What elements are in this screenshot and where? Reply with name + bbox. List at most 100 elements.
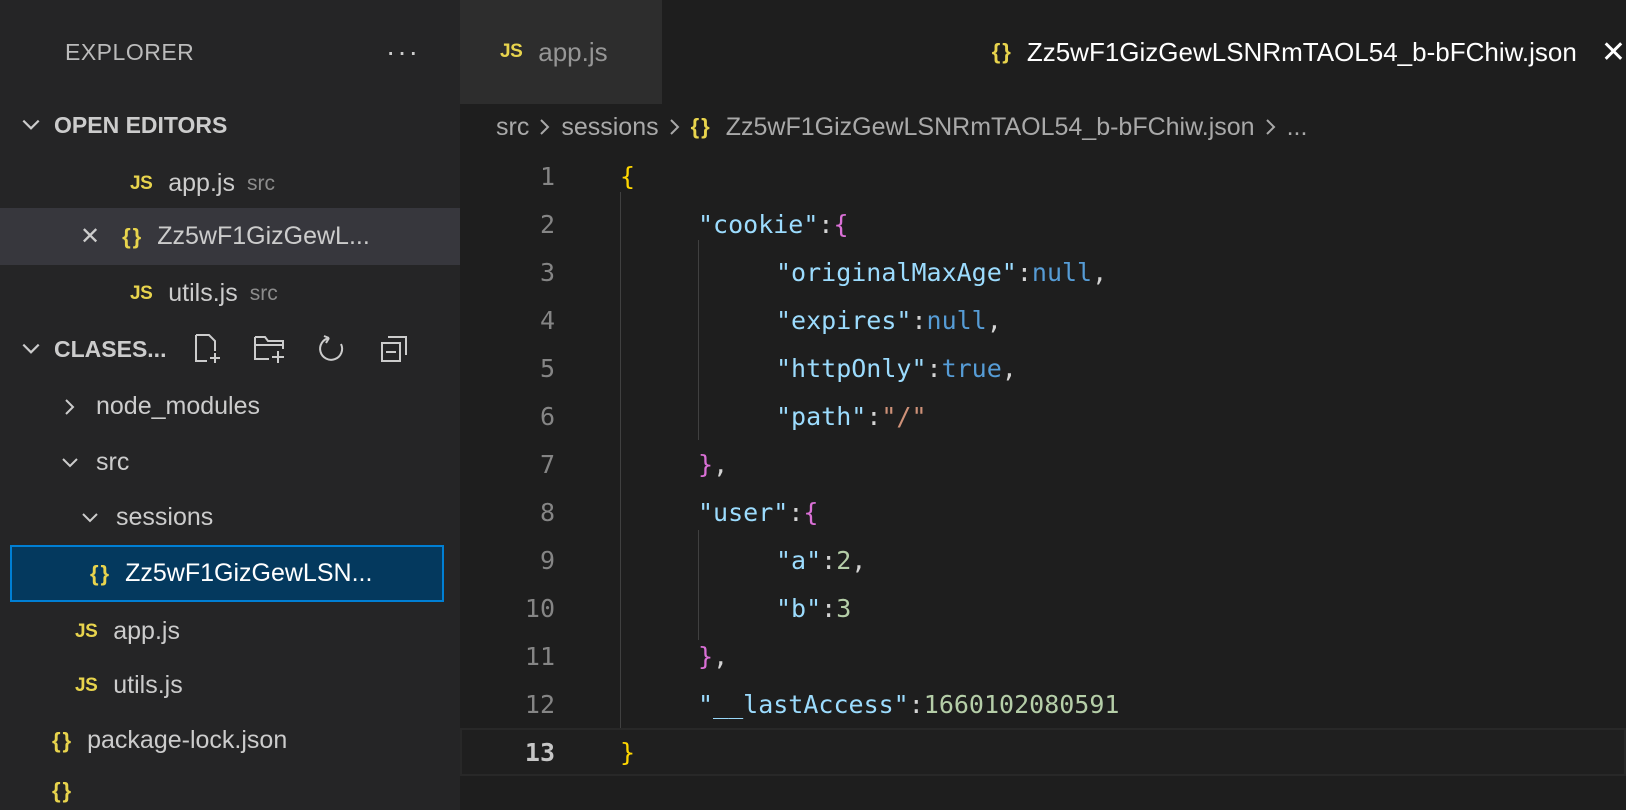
chevron-down-icon bbox=[22, 119, 40, 130]
chevron-right-icon bbox=[65, 398, 75, 415]
tree-file-partial: {} bbox=[0, 772, 460, 810]
json-file-icon: {} bbox=[991, 39, 1013, 64]
colon: : bbox=[821, 545, 837, 575]
tab-session-json[interactable]: {} Zz5wF1GizGewLSNRmTAOL54_b-bFChiw.json… bbox=[661, 0, 1626, 104]
close-icon[interactable]: ✕ bbox=[80, 222, 100, 251]
tree-item-label: app.js bbox=[113, 617, 180, 645]
json-key: "__lastAccess" bbox=[698, 689, 909, 719]
collapse-all-icon[interactable] bbox=[376, 331, 412, 367]
line-number: 8 bbox=[539, 497, 555, 527]
json-key: "a" bbox=[776, 545, 822, 575]
code-line: 1 { bbox=[460, 152, 1626, 200]
new-folder-icon[interactable] bbox=[252, 331, 288, 367]
code-line: 7 }, bbox=[460, 440, 1626, 488]
tree-folder-src[interactable]: src bbox=[0, 434, 460, 491]
chevron-down-icon bbox=[22, 343, 40, 354]
json-value: true bbox=[941, 353, 1002, 383]
comma: , bbox=[986, 305, 1002, 335]
open-editors-label: OPEN EDITORS bbox=[54, 111, 228, 138]
open-editor-session-json[interactable]: ✕ {} Zz5wF1GizGewL... bbox=[0, 208, 460, 265]
breadcrumb-file[interactable]: Zz5wF1GizGewLSNRmTAOL54_b-bFChiw.json bbox=[726, 113, 1255, 142]
tree-item-label: node_modules bbox=[96, 392, 261, 420]
json-key: "originalMaxAge" bbox=[776, 257, 1017, 287]
line-number: 6 bbox=[539, 401, 555, 431]
tab-label: Zz5wF1GizGewLSNRmTAOL54_b-bFChiw.json bbox=[1026, 36, 1577, 67]
code-line: 2 "cookie":{ bbox=[460, 200, 1626, 248]
tree-file-utils-js[interactable]: JS utils.js bbox=[0, 657, 460, 714]
tree-file-app-js[interactable]: JS app.js bbox=[0, 603, 460, 660]
open-editor-app-js[interactable]: JS app.js src bbox=[0, 155, 460, 212]
new-file-icon[interactable] bbox=[190, 331, 226, 367]
explorer-header: EXPLORER ··· bbox=[0, 0, 460, 104]
explorer-sidebar: EXPLORER ··· OPEN EDITORS JS app.js src … bbox=[0, 0, 460, 810]
comma: , bbox=[1092, 257, 1108, 287]
breadcrumb-sessions[interactable]: sessions bbox=[561, 113, 658, 142]
code-line: 11 }, bbox=[460, 632, 1626, 680]
line-number: 12 bbox=[524, 689, 555, 719]
editor-tab-bar: JS app.js {} Zz5wF1GizGewLSNRmTAOL54_b-b… bbox=[460, 0, 1626, 104]
brace: { bbox=[620, 161, 636, 191]
chevron-down-icon bbox=[62, 457, 78, 467]
open-editor-dir: src bbox=[246, 171, 275, 195]
json-value: 2 bbox=[836, 545, 852, 575]
tree-file-session-json[interactable]: {} Zz5wF1GizGewLSN... bbox=[10, 545, 444, 602]
chevron-right-icon bbox=[1265, 119, 1276, 135]
comma: , bbox=[851, 545, 867, 575]
js-file-icon: JS bbox=[130, 172, 153, 194]
colon: : bbox=[908, 689, 924, 719]
comma: , bbox=[1001, 353, 1017, 383]
workspace-header[interactable]: CLASES... bbox=[0, 320, 460, 378]
open-editor-name: Zz5wF1GizGewL... bbox=[157, 222, 370, 250]
chevron-down-icon bbox=[82, 512, 98, 522]
brace: } bbox=[698, 641, 714, 671]
colon: : bbox=[911, 305, 927, 335]
tree-folder-sessions[interactable]: sessions bbox=[0, 489, 460, 546]
code-line: 4 "expires":null, bbox=[460, 296, 1626, 344]
open-editor-name: app.js bbox=[168, 169, 235, 197]
workspace-label: CLASES... bbox=[54, 335, 167, 362]
close-tab-icon[interactable]: ✕ bbox=[1601, 35, 1626, 70]
tab-app-js[interactable]: JS app.js bbox=[460, 0, 662, 104]
line-number: 5 bbox=[539, 353, 555, 383]
json-key: "cookie" bbox=[698, 209, 819, 239]
json-key: "httpOnly" bbox=[776, 353, 927, 383]
colon: : bbox=[926, 353, 942, 383]
open-editor-name: utils.js bbox=[168, 279, 238, 307]
tree-file-package-lock[interactable]: {} package-lock.json bbox=[0, 712, 460, 769]
js-file-icon: JS bbox=[500, 41, 523, 62]
line-number: 9 bbox=[539, 545, 555, 575]
open-editor-utils-js[interactable]: JS utils.js src bbox=[0, 265, 460, 322]
json-value: "/" bbox=[881, 401, 927, 431]
brace: { bbox=[803, 497, 819, 527]
json-file-icon: {} bbox=[52, 727, 74, 753]
colon: : bbox=[788, 497, 804, 527]
code-line: 5 "httpOnly":true, bbox=[460, 344, 1626, 392]
chevron-right-icon bbox=[540, 119, 550, 135]
js-file-icon: JS bbox=[130, 282, 153, 304]
code-line: 6 "path":"/" bbox=[460, 392, 1626, 440]
tree-item-label: src bbox=[96, 448, 130, 476]
tree-item-label: sessions bbox=[116, 503, 214, 531]
tree-item-label: Zz5wF1GizGewLSN... bbox=[125, 559, 373, 587]
code-line-current: 13 } bbox=[460, 728, 1626, 776]
breadcrumb-trail[interactable]: ... bbox=[1287, 113, 1308, 142]
tree-folder-node-modules[interactable]: node_modules bbox=[0, 378, 460, 435]
breadcrumb: src sessions {} Zz5wF1GizGewLSNRmTAOL54_… bbox=[460, 104, 1626, 150]
json-key: "user" bbox=[698, 497, 789, 527]
code-line: 3 "originalMaxAge":null, bbox=[460, 248, 1626, 296]
line-number: 10 bbox=[524, 593, 555, 623]
brace: } bbox=[698, 449, 714, 479]
more-actions-icon[interactable]: ··· bbox=[386, 38, 420, 66]
code-line: 8 "user":{ bbox=[460, 488, 1626, 536]
code-editor[interactable]: 1 { 2 "cookie":{ 3 "originalMaxAge":null… bbox=[460, 150, 1626, 810]
refresh-icon[interactable] bbox=[314, 331, 350, 367]
json-value: null bbox=[926, 305, 987, 335]
open-editors-header[interactable]: OPEN EDITORS bbox=[0, 96, 460, 154]
json-file-icon: {} bbox=[90, 560, 112, 586]
chevron-right-icon bbox=[669, 119, 680, 135]
line-number: 3 bbox=[539, 257, 555, 287]
open-editor-dir: src bbox=[249, 281, 278, 305]
json-file-icon: {} bbox=[122, 223, 144, 249]
workspace-actions bbox=[190, 331, 438, 367]
breadcrumb-src[interactable]: src bbox=[496, 113, 529, 142]
